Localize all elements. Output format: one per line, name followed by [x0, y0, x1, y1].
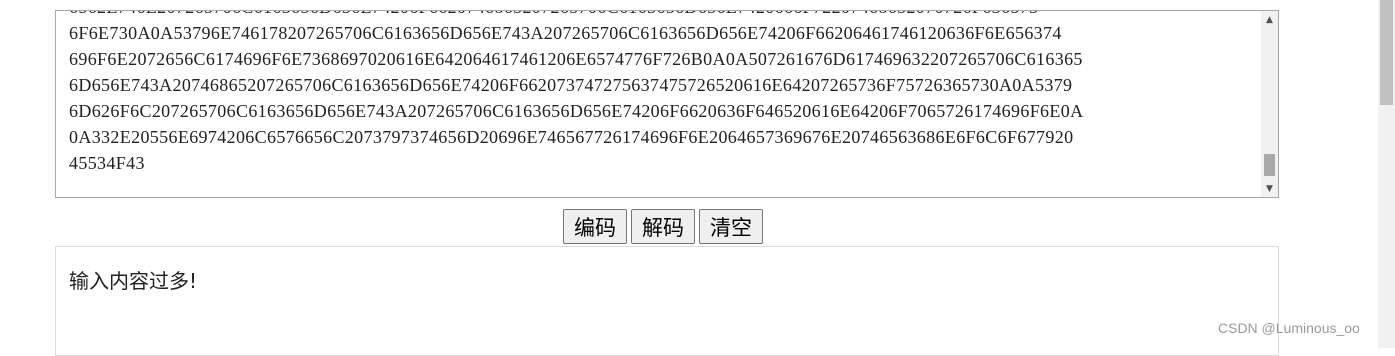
action-buttons: 编码 解码 清空: [563, 209, 763, 244]
hex-line: 6D626F6C207265706C6163656D656E743A207265…: [69, 101, 1084, 121]
decode-button[interactable]: 解码: [631, 209, 695, 244]
watermark: CSDN @Luminous_oo: [1218, 320, 1360, 336]
scroll-down-arrow-icon[interactable]: ▼: [1261, 180, 1278, 197]
page-scroll-thumb[interactable]: [1380, 0, 1393, 105]
hex-input-textarea[interactable]: 6562E746E207265706C6163656D656E74206F662…: [55, 10, 1279, 198]
hex-input-content: 6562E746E207265706C6163656D656E74206F662…: [69, 11, 1259, 176]
textarea-scroll-thumb[interactable]: [1264, 154, 1275, 176]
hex-line: 45534F43: [69, 153, 145, 173]
textarea-scrollbar[interactable]: ▲ ▼: [1261, 11, 1278, 197]
clear-button[interactable]: 清空: [699, 209, 763, 244]
hex-line: 6D656E743A20746865207265706C6163656D656E…: [69, 75, 1073, 95]
hex-line: 6562E746E207265706C6163656D656E74206F662…: [69, 11, 1259, 20]
hex-line: 6F6E730A0A53796E746178207265706C6163656D…: [69, 23, 1062, 43]
page-scrollbar[interactable]: [1378, 0, 1395, 348]
encode-button[interactable]: 编码: [563, 209, 627, 244]
output-message: 输入内容过多!: [69, 269, 198, 293]
hex-line: 696F6E2072656C6174696F6E7368697020616E64…: [69, 49, 1083, 69]
hex-line: 0A332E20556E6974206C6576656C207379737465…: [69, 127, 1074, 147]
output-area[interactable]: 输入内容过多!: [55, 246, 1279, 356]
scroll-up-arrow-icon[interactable]: ▲: [1261, 11, 1278, 28]
